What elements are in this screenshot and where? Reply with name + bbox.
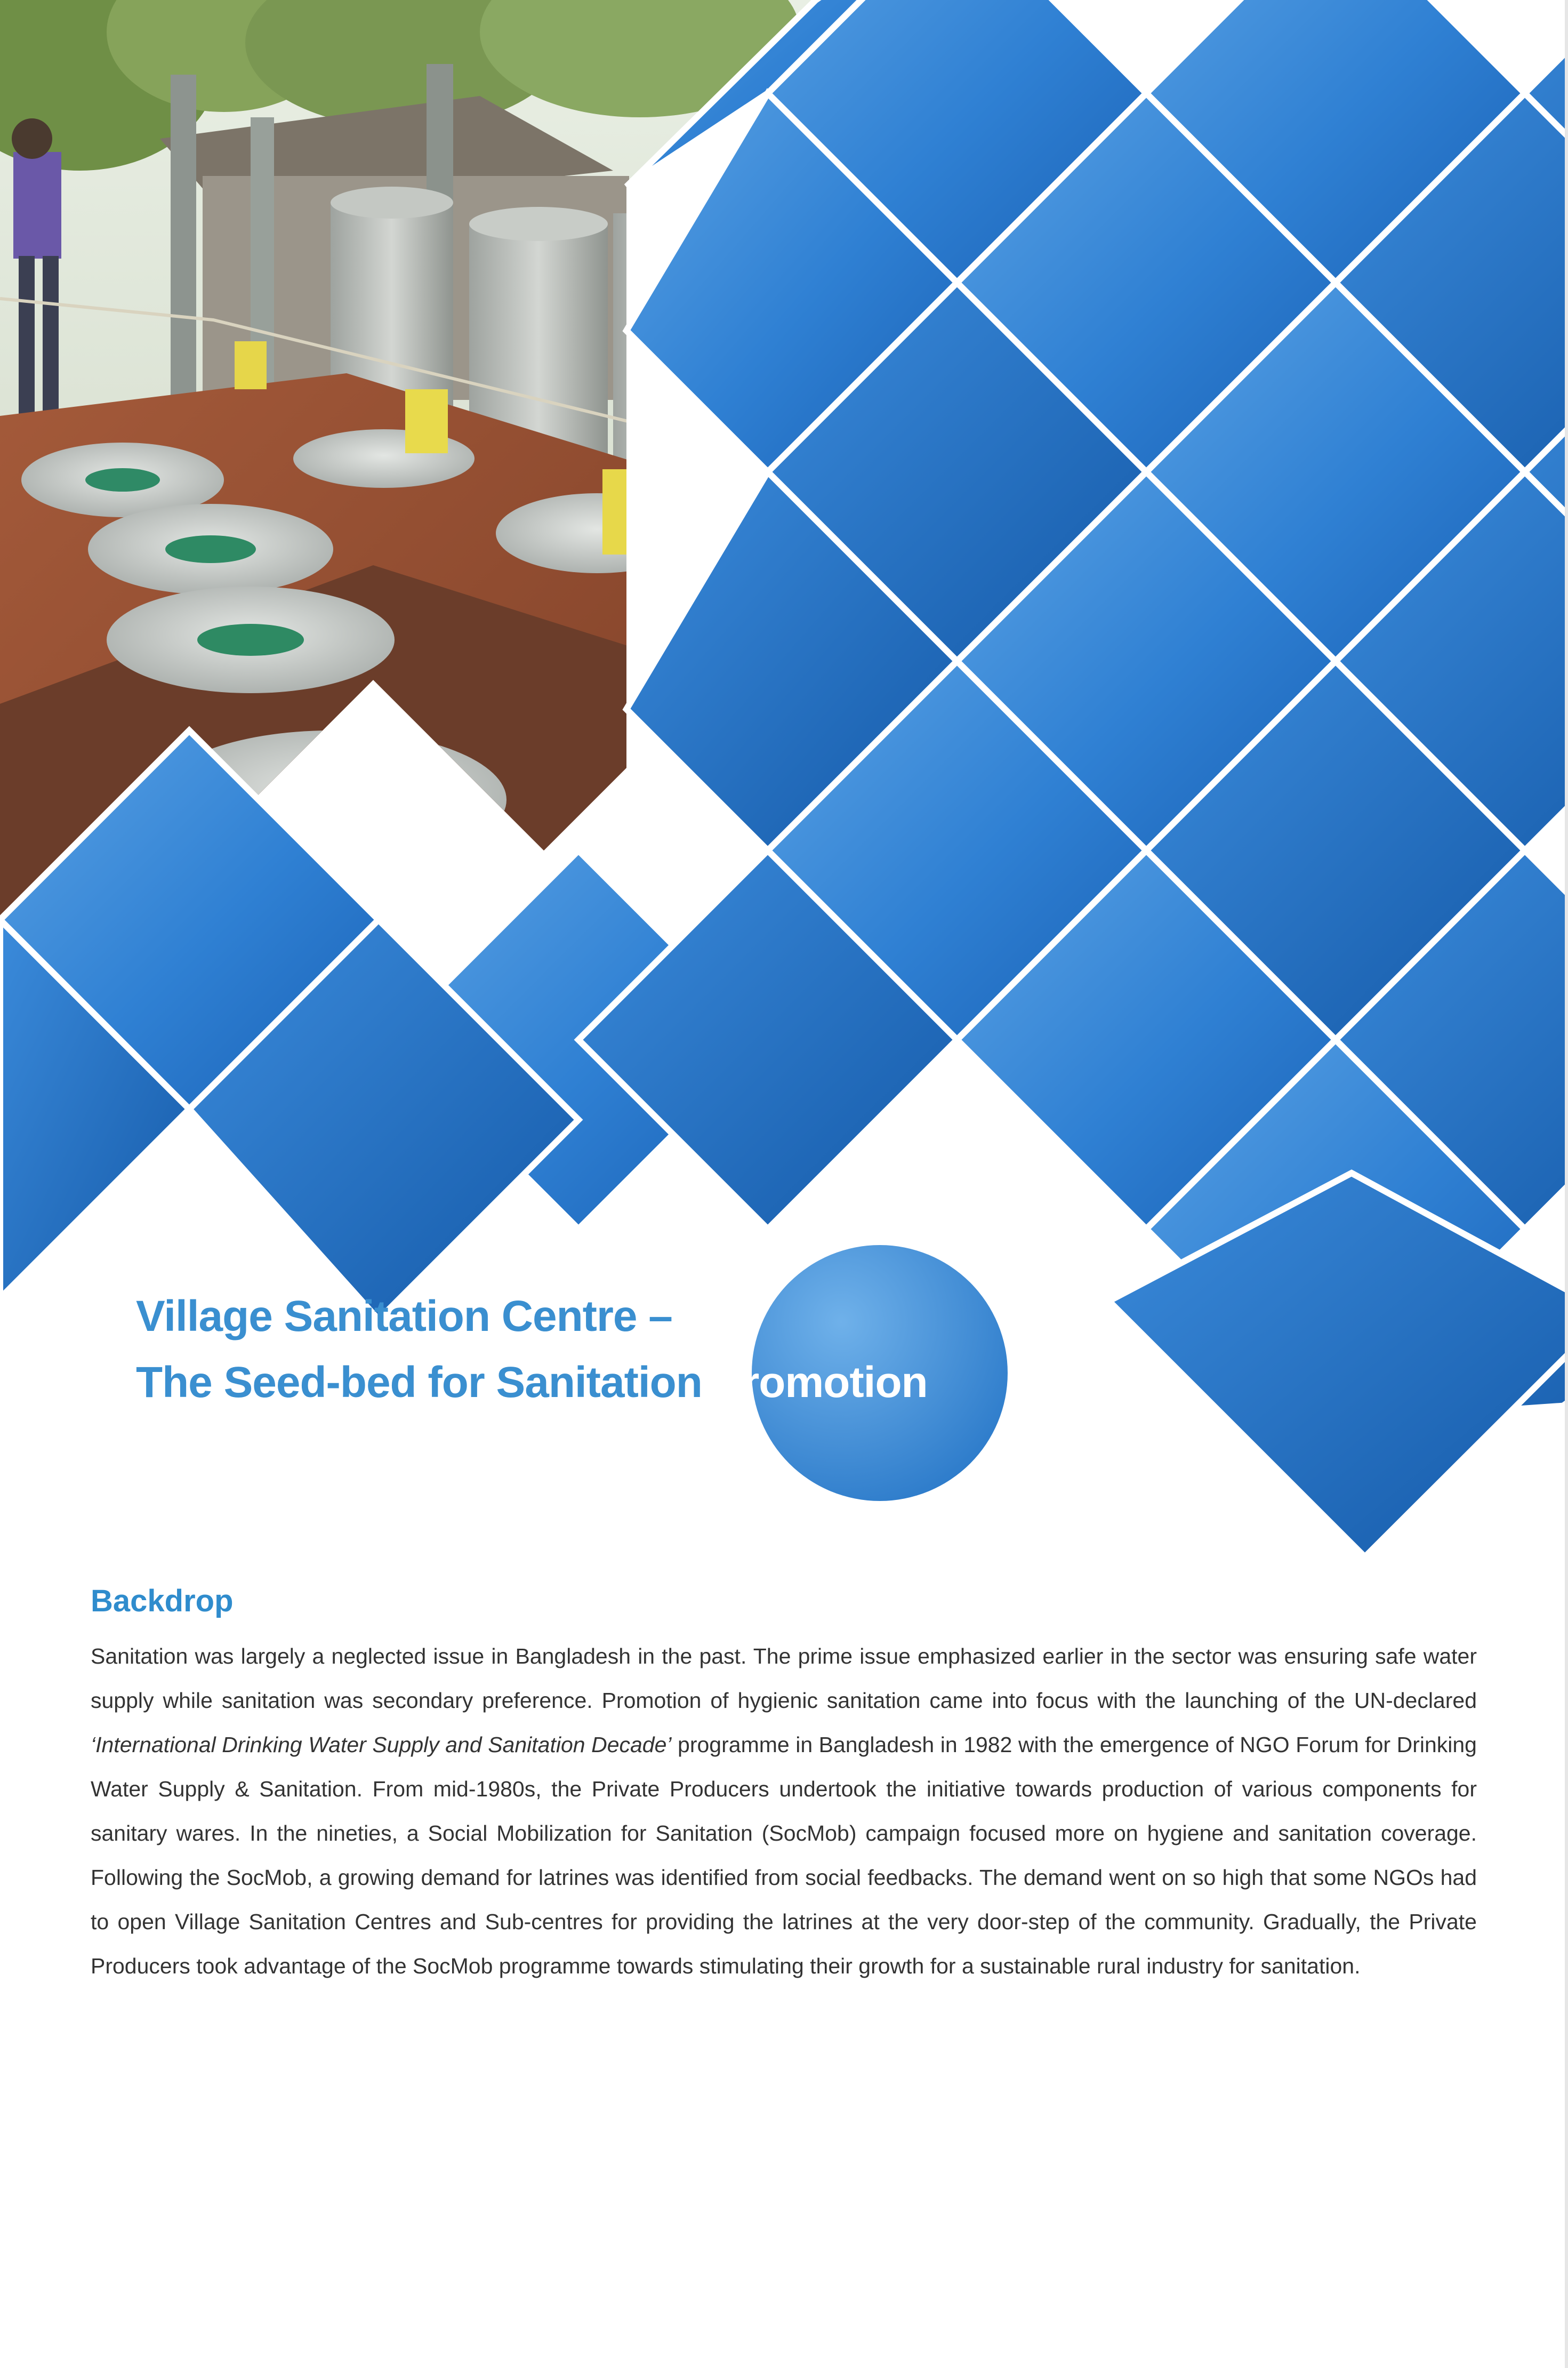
title-line-1: Village Sanitation Centre – [136,1292,673,1340]
page-edge [1565,0,1568,2368]
body-paragraph: Sanitation was largely a neglected issue… [91,1634,1477,1988]
title-line-1-text: Village Sanitation Centre – [136,1292,673,1340]
body-text-part-2: programme in Bangladesh in 1982 with the… [91,1732,1477,1978]
body-text-italic: ‘International Drinking Water Supply and… [91,1732,672,1757]
title-line-2-dark-text: The Seed-bed for Sanitation [136,1358,714,1407]
title-line-2-highlight-text: Promotion [713,1358,928,1407]
brochure-page: Village Sanitation Centre – The Seed-bed… [0,0,1568,2368]
title-line-2: The Seed-bed for Sanitation Promotion [136,1361,928,1404]
body-text-part-1: Sanitation was largely a neglected issue… [91,1644,1477,1713]
section-heading: Backdrop [91,1584,234,1618]
